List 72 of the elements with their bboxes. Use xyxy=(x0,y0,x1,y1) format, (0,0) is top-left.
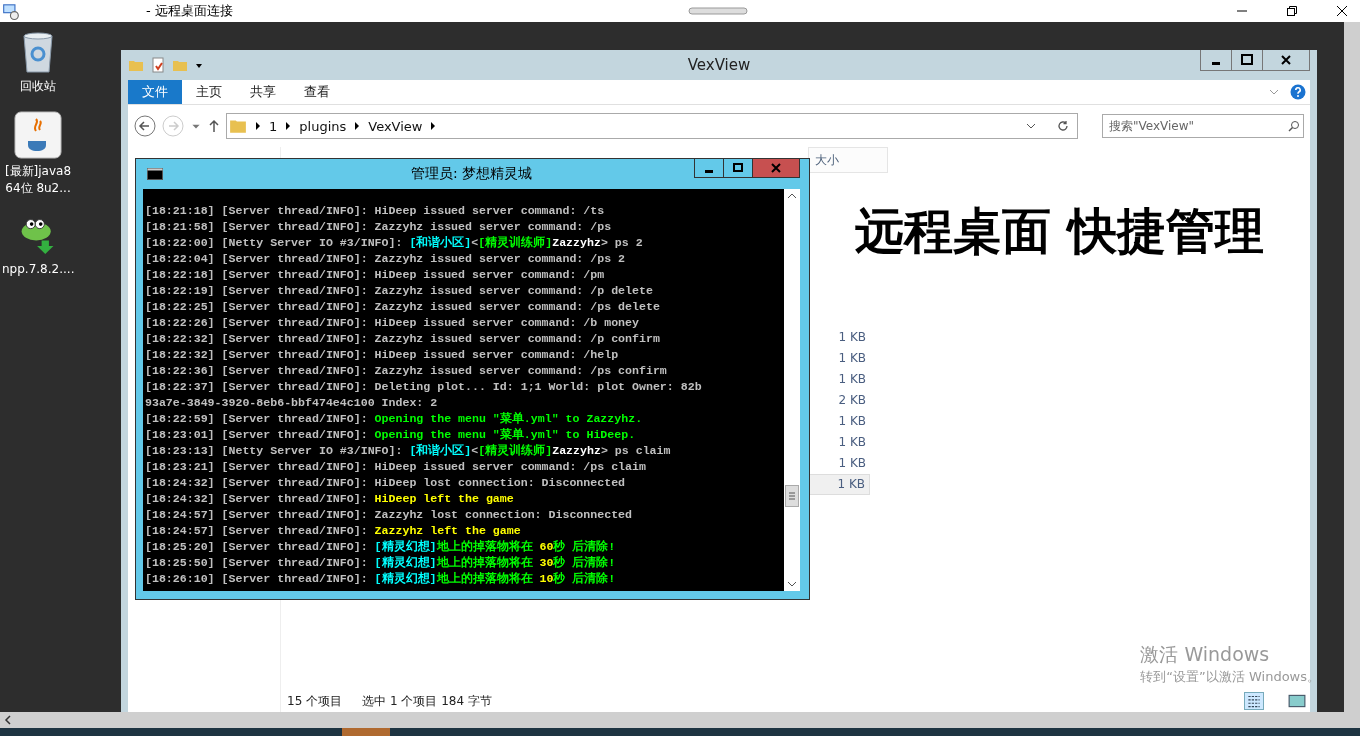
breadcrumb-arrow-icon xyxy=(255,122,261,130)
scrollbar[interactable] xyxy=(0,712,1360,728)
desktop-icon-label[interactable]: 回收站 xyxy=(2,78,74,95)
refresh-icon[interactable] xyxy=(1057,120,1069,132)
window-title: 管理员: 梦想精灵城 xyxy=(409,165,534,183)
desktop-icon-label[interactable]: [最新]java8 64位 8u2... xyxy=(2,163,74,197)
console-line: [18:22:19] [Server thread/INFO]: Zazzyhz issued server command: /p delete xyxy=(145,283,654,299)
file-size-cell-text: 1 KB xyxy=(837,413,867,430)
thumbnail-view-icon[interactable] xyxy=(1288,693,1306,709)
scroll-thumb-icon[interactable] xyxy=(785,485,799,507)
folder-icon xyxy=(229,117,247,135)
console-line: [18:23:21] [Server thread/INFO]: HiDeep issued server command: /ps claim xyxy=(145,459,647,475)
console-line: [18:22:25] [Server thread/INFO]: Zazzyhz issued server command: /ps delete xyxy=(145,299,661,315)
java-cup-icon[interactable] xyxy=(14,111,62,159)
console-line: [18:24:32] [Server thread/INFO]: HiDeep lost connection: Disconnected xyxy=(145,475,627,491)
file-size-cell-text: 1 KB xyxy=(837,455,867,472)
console-line: [18:21:18] [Server thread/INFO]: HiDeep issued server command: /ts xyxy=(145,203,606,219)
desktop-icon-label[interactable]: npp.7.8.2.... xyxy=(2,261,74,278)
breadcrumb-item[interactable]: plugins xyxy=(299,118,347,134)
breadcrumb-item[interactable]: 1 xyxy=(269,118,278,134)
back-icon[interactable] xyxy=(134,115,156,137)
console-line: [18:23:01] [Server thread/INFO]: Opening the menu "菜单.yml" to HiDeep. xyxy=(145,427,637,443)
console-line: [18:24:57] [Server thread/INFO]: Zazzyhz lost connection: Disconnected xyxy=(145,507,634,523)
console-line: [18:25:20] [Server thread/INFO]: [精灵幻想]地上的掉落物将在 60秒 后清除! xyxy=(145,539,617,555)
console-line: [18:22:04] [Server thread/INFO]: Zazzyhz issued server command: /ps 2 xyxy=(145,251,627,267)
up-arrow-icon[interactable] xyxy=(208,119,220,133)
window-title: - 远程桌面连接 xyxy=(146,2,233,20)
console-line: [18:24:32] [Server thread/INFO]: HiDeep left the game xyxy=(145,491,515,507)
console-line: [18:25:50] [Server thread/INFO]: [精灵幻想]地上的掉落物将在 30秒 后清除! xyxy=(145,555,617,571)
search-icon xyxy=(1288,120,1300,132)
banner-heading: 远程桌面 快捷管理 xyxy=(855,202,1265,262)
column-header[interactable]: 大小 xyxy=(808,147,888,173)
console-line: [18:22:00] [Netty Server IO #3/INFO]: [和谐小区]<[精灵训练师]Zazzyhz> ps 2 xyxy=(145,235,644,251)
console-line: [18:23:13] [Netty Server IO #3/INFO]: [和谐小区]<[精灵训练师]Zazzyhz> ps claim xyxy=(145,443,672,459)
file-size-cell-text: 1 KB xyxy=(837,350,867,367)
console-line: [18:22:26] [Server thread/INFO]: HiDeep issued server command: /b money xyxy=(145,315,640,331)
file-size-cell-text: 2 KB xyxy=(837,392,867,409)
breadcrumb-arrow-icon xyxy=(430,122,437,130)
close-icon[interactable] xyxy=(1336,5,1348,17)
details-view-icon[interactable] xyxy=(1244,692,1264,710)
console-line: [18:21:58] [Server thread/INFO]: Zazzyhz issued server command: /ps xyxy=(145,219,613,235)
console-line: [18:26:10] [Server thread/INFO]: [精灵幻想]地上的掉落物将在 10秒 后清除! xyxy=(145,571,617,587)
console-line: [18:22:32] [Server thread/INFO]: Zazzyhz issued server command: /p confirm xyxy=(145,331,661,347)
console-line: [18:22:59] [Server thread/INFO]: Opening the menu "菜单.yml" to Zazzyhz. xyxy=(145,411,644,427)
console-line: [18:22:32] [Server thread/INFO]: HiDeep issued server command: /help xyxy=(145,347,620,363)
search-field[interactable]: 搜索"VexView" xyxy=(1102,114,1304,138)
status-text: 15 个项目 xyxy=(287,692,343,710)
scrollbar[interactable] xyxy=(1344,22,1360,712)
file-size-cell-text: 1 KB xyxy=(837,371,867,388)
file-size-cell-text: 1 KB xyxy=(837,434,867,451)
console-line: 93a7e-3849-3920-8eb6-bbf474e4c100 Index: 2 xyxy=(145,395,439,411)
console-line: [18:22:36] [Server thread/INFO]: Zazzyhz issued server command: /ps confirm xyxy=(145,363,668,379)
scroll-left-icon[interactable] xyxy=(2,714,14,726)
breadcrumb-arrow-icon xyxy=(285,122,292,130)
properties-icon[interactable] xyxy=(150,57,166,73)
breadcrumb-item[interactable]: VexView xyxy=(368,118,423,134)
help-icon[interactable] xyxy=(1290,84,1306,100)
breadcrumb-arrow-icon xyxy=(354,122,361,130)
window-title: VexView xyxy=(686,56,752,74)
status-text: 选中 1 个项目 184 字节 xyxy=(362,692,492,710)
console-line: [18:24:57] [Server thread/INFO]: Zazzyhz left the game xyxy=(145,523,522,539)
activation-hint: 转到“设置”以激活 Windows。 xyxy=(1140,668,1320,686)
ribbon-tab[interactable]: 文件 xyxy=(128,80,182,104)
console-line: [18:22:18] [Server thread/INFO]: HiDeep issued server command: /pm xyxy=(145,267,606,283)
console-line: [18:22:37] [Server thread/INFO]: Deleting plot... Id: 1;1 World: plot Owner: 82b xyxy=(145,379,703,395)
file-size-cell-text: 1 KB xyxy=(837,329,867,346)
address-bar[interactable]: 1 plugins VexView xyxy=(226,113,1078,139)
restore-icon[interactable] xyxy=(1286,5,1298,17)
scrollbar[interactable] xyxy=(784,189,800,591)
activation-title: 激活 Windows xyxy=(1140,642,1270,667)
console-icon xyxy=(147,168,163,180)
remote-desktop-icon xyxy=(2,2,20,20)
